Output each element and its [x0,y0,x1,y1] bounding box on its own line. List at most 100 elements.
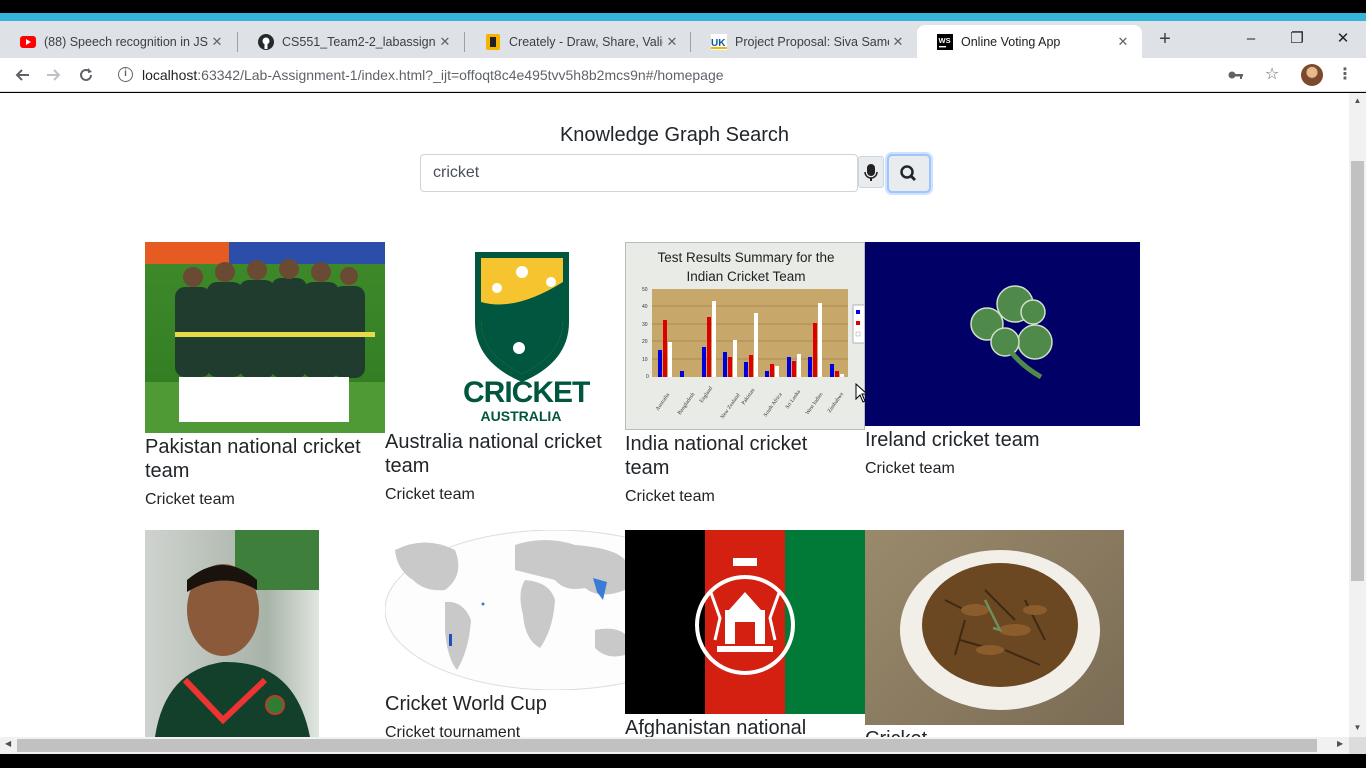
forward-arrow-icon[interactable] [41,62,67,88]
svg-text:Zimbabwe: Zimbabwe [827,391,846,414]
tab-close-icon[interactable]: ✕ [436,34,454,50]
search-button[interactable] [887,154,931,193]
tab-online-voting-app[interactable]: WS Online Voting App ✕ [917,25,1142,58]
result-card-afghanistan[interactable]: Afghanistan national [625,716,855,737]
result-card-australia[interactable]: Australia national cricket team Cricket … [385,430,615,504]
screen-bottom-bar [0,754,1366,768]
profile-avatar[interactable] [1301,64,1323,86]
scroll-up-arrow-icon[interactable]: ▲ [1349,96,1366,105]
horizontal-scrollbar[interactable]: ◀ ▶ [0,737,1349,754]
result-name[interactable]: India national cricket team [625,432,855,480]
back-arrow-icon[interactable] [9,62,35,88]
mouse-cursor-icon [855,383,869,403]
logo-wordmark: CRICKET [463,376,590,409]
search-input[interactable] [420,154,858,192]
tab-project-proposal[interactable]: UK Project Proposal: Siva Sameer ✕ [691,25,917,58]
vertical-scrollbar[interactable]: ▲ ▼ [1349,93,1366,737]
result-description: Cricket team [865,460,955,477]
cricket-australia-logo[interactable]: CRICKET AUSTRALIA [385,242,625,426]
tab-title: (88) Speech recognition in JS | [44,34,208,49]
url-host: localhost [142,67,198,83]
svg-text:50: 50 [642,287,648,293]
bar-chart-graphic: 50 40 30 20 10 0 Australia Bangladesh England… [642,287,864,420]
result-name[interactable]: Afghanistan national [625,716,855,737]
result-card-world-cup[interactable]: Cricket World Cup Cricket tournament [385,692,615,737]
tab-close-icon[interactable]: ✕ [1114,34,1132,50]
result-description: Cricket tournament [385,724,521,737]
svg-text:10: 10 [642,357,648,363]
tab-creately[interactable]: Creately - Draw, Share, Validat ✕ [465,25,691,58]
logo-subtext: AUSTRALIA [480,408,562,424]
scroll-left-arrow-icon[interactable]: ◀ [5,739,11,748]
result-name[interactable]: Cricket [865,727,1095,737]
pakistan-team-photo[interactable] [145,242,385,433]
afghanistan-flag[interactable] [625,530,865,714]
svg-text:West Indies: West Indies [805,392,825,416]
mic-button[interactable] [858,156,884,188]
result-card-cricket-insect[interactable]: Cricket [865,727,1095,737]
menu-dots-icon[interactable]: ⋮ [1334,64,1356,86]
tab-close-icon[interactable]: ✕ [889,34,907,50]
cricket-player-photo[interactable] [145,530,319,737]
screen-top-bar [0,0,1366,13]
tab-close-icon[interactable]: ✕ [663,34,681,50]
svg-text:30: 30 [642,322,648,328]
fried-crickets-plate-graphic [900,550,1100,710]
svg-text:South Africa: South Africa [762,391,784,418]
umkc-icon: UK [711,33,727,50]
svg-text:WS: WS [939,36,951,45]
tab-title: Creately - Draw, Share, Validat [509,34,663,49]
national-emblem-icon [695,558,795,675]
tab-youtube[interactable]: (88) Speech recognition in JS | ✕ [0,25,236,58]
result-card-india[interactable]: India national cricket team Cricket team [625,432,855,506]
minimize-icon[interactable]: – [1228,25,1274,53]
world-map-graphic [385,530,625,690]
india-test-results-chart-image[interactable]: Test Results Summary for the Indian Cric… [625,242,865,430]
github-icon [258,33,274,50]
restore-icon[interactable]: ❐ [1274,25,1320,53]
scroll-down-arrow-icon[interactable]: ▼ [1349,723,1366,732]
address-bar[interactable]: i localhost:63342/Lab-Assignment-1/index… [110,60,1290,90]
svg-text:20: 20 [642,339,648,345]
shamrock-icon [970,285,1053,380]
tab-title: Online Voting App [961,34,1061,49]
creately-icon [485,33,501,50]
url-text: localhost:63342/Lab-Assignment-1/index.h… [142,67,724,83]
page-title: Knowledge Graph Search [559,124,790,146]
world-cup-map-image[interactable] [385,530,625,690]
result-name[interactable]: Pakistan national cricket team [145,435,375,483]
bookmark-star-icon[interactable]: ☆ [1261,64,1283,86]
browser-toolbar: i localhost:63342/Lab-Assignment-1/index… [0,58,1366,92]
svg-text:40: 40 [642,304,648,310]
svg-text:0: 0 [646,374,649,380]
tab-github[interactable]: CS551_Team2-2_labassignmen ✕ [238,25,464,58]
svg-text:Bangladesh: Bangladesh [677,391,697,416]
new-tab-plus-icon[interactable]: + [1153,27,1177,51]
svg-text:Pakistan: Pakistan [741,387,757,406]
youtube-icon [20,34,36,50]
result-name[interactable]: Australia national cricket team [385,430,615,478]
window-accent-bar [0,13,1366,21]
result-name[interactable]: Ireland cricket team [865,428,1125,452]
reload-icon[interactable] [73,62,99,88]
player-portrait-graphic [155,530,319,737]
result-description: Cricket team [625,488,715,505]
ireland-cricket-flag[interactable] [865,242,1140,426]
result-card-pakistan[interactable]: Pakistan national cricket team Cricket t… [145,435,375,509]
players-huddle-graphic [145,259,385,433]
tab-title: Project Proposal: Siva Sameer [735,34,889,49]
key-icon[interactable] [1225,64,1247,86]
tab-close-icon[interactable]: ✕ [208,34,226,50]
tab-title: CS551_Team2-2_labassignmen [282,34,436,49]
page-viewport: Knowledge Graph Search cricket Pakistan … [0,93,1349,737]
result-card-ireland[interactable]: Ireland cricket team Cricket team [865,428,1125,478]
cricket-insects-photo[interactable] [865,530,1124,725]
horizontal-scroll-thumb[interactable] [17,739,1317,752]
scroll-right-arrow-icon[interactable]: ▶ [1337,739,1343,748]
site-info-icon[interactable]: i [118,67,133,82]
vertical-scroll-thumb[interactable] [1351,161,1364,581]
url-path: :63342/Lab-Assignment-1/index.html?_ijt=… [197,67,724,83]
result-name[interactable]: Cricket World Cup [385,692,615,716]
svg-text:Australia: Australia [655,392,672,412]
window-close-icon[interactable]: ✕ [1320,25,1366,53]
